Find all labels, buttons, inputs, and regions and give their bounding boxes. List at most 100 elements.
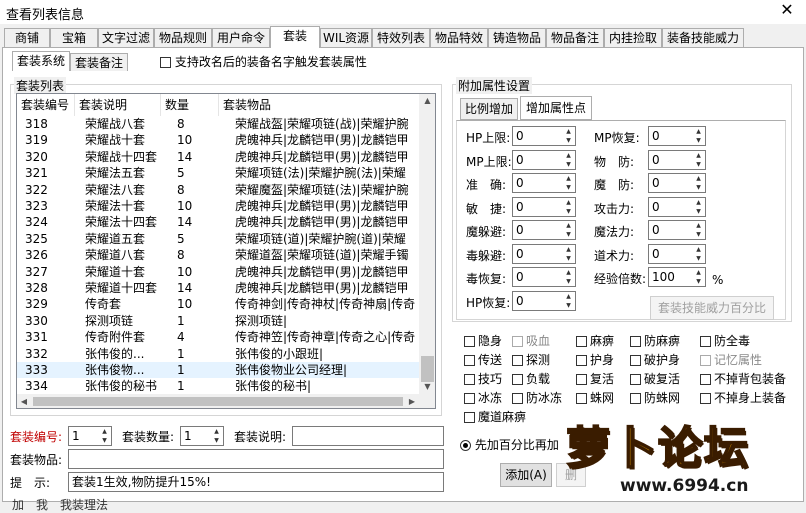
tab-12[interactable]: 装备技能威力	[662, 28, 744, 47]
table-row[interactable]: 332 张伟俊的... 1 张伟俊的小跟班|	[17, 346, 419, 362]
table-row[interactable]: 330 探测项链 1 探测项链|	[17, 313, 419, 329]
suit-desc-field[interactable]	[292, 426, 444, 446]
attr-stepper[interactable]: 0 ▲ ▼	[512, 196, 576, 217]
special-option[interactable]: 防全毒	[700, 332, 750, 349]
subtab-suit-notes[interactable]: 套装备注	[70, 53, 128, 71]
suit-count-stepper[interactable]: 1 ▲ ▼	[180, 426, 224, 446]
column-header-count[interactable]: 数量	[161, 94, 219, 116]
tab-0[interactable]: 商铺	[4, 28, 50, 47]
tab-8[interactable]: 物品特效	[430, 28, 488, 47]
tab-2[interactable]: 文字过滤	[98, 28, 154, 47]
attr-spin-icon[interactable]: ▲ ▼	[562, 292, 575, 310]
tab-1[interactable]: 宝箱	[50, 28, 98, 47]
table-row[interactable]: 321 荣耀法五套 5 荣耀项链(法)|荣耀护腕(法)|荣耀	[17, 165, 419, 181]
special-option-checkbox[interactable]	[464, 355, 475, 366]
special-option[interactable]: 技巧	[464, 370, 502, 387]
list-horizontal-scrollbar[interactable]: ◀ ▶	[17, 394, 435, 408]
table-row[interactable]: 326 荣耀道八套 8 荣耀道盔|荣耀项链(道)|荣耀手镯	[17, 247, 419, 263]
tab-10[interactable]: 物品备注	[546, 28, 604, 47]
table-row[interactable]: 318 荣耀战八套 8 荣耀战盔|荣耀项链(战)|荣耀护腕	[17, 116, 419, 132]
subtab-suit-system[interactable]: 套装系统	[12, 51, 70, 71]
special-option[interactable]: 蛛网	[576, 389, 614, 406]
special-option[interactable]: 防麻痹	[630, 332, 680, 349]
special-option-checkbox[interactable]	[512, 355, 523, 366]
special-option[interactable]: 负载	[512, 370, 550, 387]
hscroll-thumb[interactable]	[33, 397, 403, 406]
list-vertical-scrollbar[interactable]: ▲ ▼	[419, 94, 435, 394]
special-option-checkbox[interactable]	[512, 336, 523, 347]
attr-stepper[interactable]: 0 ▲ ▼	[648, 149, 706, 170]
special-option-checkbox[interactable]	[700, 336, 711, 347]
table-row[interactable]: 333 张伟俊物... 1 张伟俊物业公司经理|	[17, 362, 419, 378]
priority-radio[interactable]	[460, 440, 471, 451]
scroll-left-icon[interactable]: ◀	[17, 394, 31, 408]
special-option[interactable]: 吸血	[512, 332, 550, 349]
tab-5[interactable]: 套装	[270, 26, 320, 48]
rename-trigger-option[interactable]: 支持改名后的装备名字触发套装属性	[160, 53, 367, 70]
special-option[interactable]: 防蛛网	[630, 389, 680, 406]
scroll-down-icon[interactable]: ▼	[419, 380, 435, 394]
special-option[interactable]: 防冰冻	[512, 389, 562, 406]
table-row[interactable]: 328 荣耀道十四套 14 虎魄神兵|龙麟铠甲(男)|龙麟铠甲	[17, 280, 419, 296]
suit-count-spin-icon[interactable]: ▲ ▼	[210, 427, 223, 445]
attr-spin-icon[interactable]: ▲ ▼	[692, 151, 705, 169]
ratio-add-tab[interactable]: 比例增加	[460, 98, 518, 120]
table-row[interactable]: 325 荣耀道五套 5 荣耀项链(道)|荣耀护腕(道)|荣耀	[17, 231, 419, 247]
suit-no-spin-icon[interactable]: ▲ ▼	[98, 427, 111, 445]
priority-option[interactable]: 先加百分比再加	[460, 436, 559, 453]
table-row[interactable]: 334 张伟俊的秘书 1 张伟俊的秘书|	[17, 378, 419, 394]
attr-spin-icon[interactable]: ▲ ▼	[562, 268, 575, 286]
table-row[interactable]: 329 传奇套 10 传奇神剑|传奇神杖|传奇神扇|传奇	[17, 296, 419, 312]
attr-spin-icon[interactable]: ▲ ▼	[692, 174, 705, 192]
special-option-checkbox[interactable]	[576, 374, 587, 385]
special-option-checkbox[interactable]	[700, 393, 711, 404]
rename-trigger-checkbox[interactable]	[160, 57, 171, 68]
attr-stepper[interactable]: 0 ▲ ▼	[512, 290, 576, 311]
attr-stepper[interactable]: 0 ▲ ▼	[512, 267, 576, 287]
attr-stepper[interactable]: 0 ▲ ▼	[648, 243, 706, 264]
tab-6[interactable]: WIL资源	[320, 28, 372, 47]
attr-spin-icon[interactable]: ▲ ▼	[692, 221, 705, 239]
attr-stepper[interactable]: 0 ▲ ▼	[648, 173, 706, 193]
special-option[interactable]: 记忆属性	[700, 351, 762, 368]
suit-items-field[interactable]	[68, 449, 444, 469]
attr-stepper[interactable]: 0 ▲ ▼	[512, 126, 576, 146]
tab-11[interactable]: 内挂捡取	[604, 28, 662, 47]
special-option[interactable]: 冰冻	[464, 389, 502, 406]
special-option-checkbox[interactable]	[512, 374, 523, 385]
special-option-checkbox[interactable]	[630, 355, 641, 366]
attr-stepper[interactable]: 100 ▲ ▼	[648, 267, 706, 287]
special-option[interactable]: 魔道麻痹	[464, 408, 526, 425]
table-row[interactable]: 327 荣耀道十套 10 虎魄神兵|龙麟铠甲(男)|龙麟铠甲	[17, 264, 419, 280]
close-icon[interactable]: ✕	[772, 0, 802, 22]
special-option[interactable]: 不掉身上装备	[700, 389, 786, 406]
special-option-checkbox[interactable]	[576, 336, 587, 347]
special-option-checkbox[interactable]	[464, 336, 475, 347]
attr-spin-icon[interactable]: ▲ ▼	[692, 127, 705, 145]
attr-spin-icon[interactable]: ▲ ▼	[562, 198, 575, 216]
attr-stepper[interactable]: 0 ▲ ▼	[648, 220, 706, 240]
attr-stepper[interactable]: 0 ▲ ▼	[648, 196, 706, 217]
scroll-thumb[interactable]	[421, 356, 434, 382]
attr-spin-icon[interactable]: ▲ ▼	[562, 245, 575, 263]
suit-list[interactable]: 套装编号 套装说明 数量 套装物品 318 荣耀战八套 8 荣耀战盔|荣耀项链(战)|…	[16, 93, 436, 409]
special-option-checkbox[interactable]	[700, 374, 711, 385]
special-option-checkbox[interactable]	[630, 374, 641, 385]
special-option[interactable]: 破复活	[630, 370, 680, 387]
attr-spin-icon[interactable]: ▲ ▼	[562, 151, 575, 169]
special-option-checkbox[interactable]	[630, 336, 641, 347]
scroll-right-icon[interactable]: ▶	[405, 394, 419, 408]
attr-spin-icon[interactable]: ▲ ▼	[692, 198, 705, 216]
table-row[interactable]: 319 荣耀战十套 10 虎魄神兵|龙麟铠甲(男)|龙麟铠甲	[17, 132, 419, 148]
column-header-suit-items[interactable]: 套装物品	[219, 94, 419, 116]
attr-spin-icon[interactable]: ▲ ▼	[692, 268, 705, 286]
add-button[interactable]: 添加(A)	[500, 463, 552, 487]
tab-7[interactable]: 特效列表	[372, 28, 430, 47]
special-option[interactable]: 不掉背包装备	[700, 370, 786, 387]
special-option-checkbox[interactable]	[576, 393, 587, 404]
special-option[interactable]: 破护身	[630, 351, 680, 368]
special-option[interactable]: 麻痹	[576, 332, 614, 349]
attr-stepper[interactable]: 0 ▲ ▼	[512, 243, 576, 264]
suit-no-stepper[interactable]: 1 ▲ ▼	[68, 426, 112, 446]
special-option-checkbox[interactable]	[464, 412, 475, 423]
